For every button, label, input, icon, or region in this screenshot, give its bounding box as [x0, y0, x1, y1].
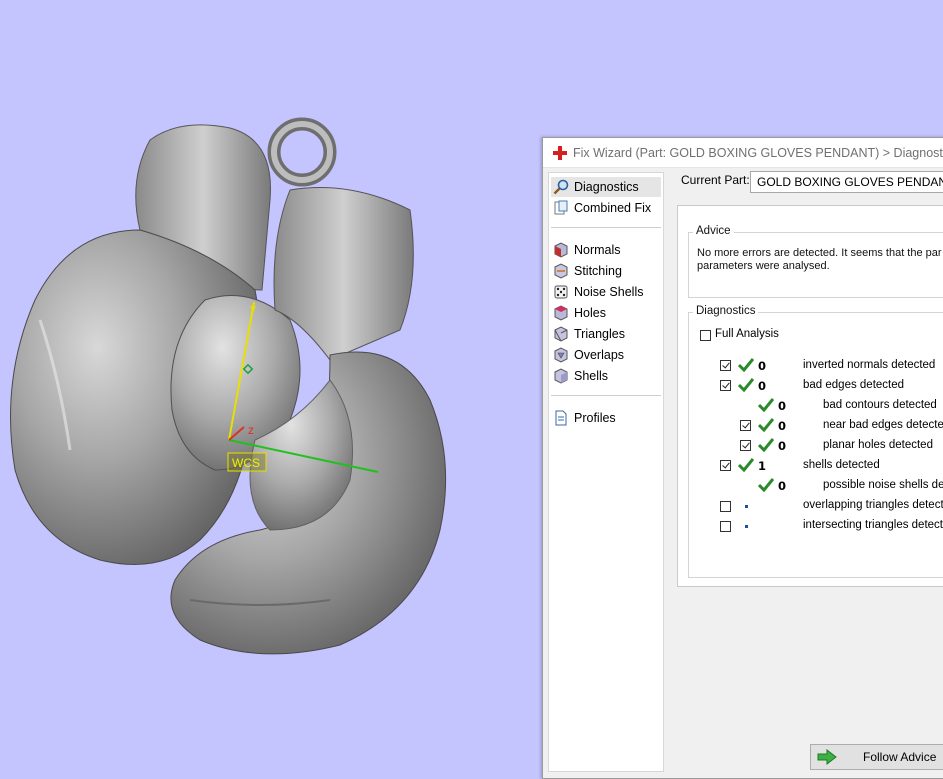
follow-advice-label: Follow Advice — [863, 750, 937, 764]
diagnostics-title: Diagnostics — [693, 305, 759, 317]
shells-label: shells detected — [803, 459, 880, 471]
pending-dot-icon — [745, 525, 748, 528]
shells-cube-icon — [553, 368, 569, 384]
inverted-normals-count: 0 — [758, 359, 767, 373]
overlapping-triangles-label: overlapping triangles detecte — [803, 499, 943, 511]
planar-holes-count: 0 — [778, 439, 787, 453]
green-check-icon — [758, 478, 774, 492]
green-check-icon — [758, 438, 774, 452]
planar-holes-label: planar holes detected — [823, 439, 933, 451]
nav-item-stitching[interactable]: Stitching — [553, 261, 622, 281]
advice-line-1: No more errors are detected. It seems th… — [697, 247, 942, 259]
nav-item-combined-fix[interactable]: Combined Fix — [553, 198, 651, 218]
follow-advice-button[interactable]: Follow Advice — [810, 744, 943, 770]
advice-line-2: parameters were analysed. — [697, 260, 830, 272]
nav-label: Stitching — [574, 264, 622, 278]
overlaps-cube-icon — [553, 347, 569, 363]
nav-label: Holes — [574, 306, 606, 320]
full-analysis-label: Full Analysis — [715, 328, 779, 340]
advice-group: Advice No more errors are detected. It s… — [688, 225, 943, 298]
wizard-title: Fix Wizard (Part: GOLD BOXING GLOVES PEN… — [573, 145, 943, 160]
bad-edges-label: bad edges detected — [803, 379, 905, 391]
wcs-label: WCS — [232, 456, 260, 470]
inverted-normals-checkbox[interactable] — [720, 360, 731, 371]
nav-separator — [551, 227, 661, 228]
nav-separator — [551, 395, 661, 396]
bad-contours-count: 0 — [778, 399, 787, 413]
combined-fix-icon — [553, 200, 569, 216]
diagnostics-group: Diagnostics Full Analysis 0 inverted nor… — [688, 305, 943, 578]
nav-item-shells[interactable]: Shells — [553, 366, 608, 386]
green-check-icon — [738, 358, 754, 372]
nav-label: Combined Fix — [574, 201, 652, 215]
noise-shells-dice-icon — [553, 284, 569, 300]
current-part-field[interactable]: GOLD BOXING GLOVES PENDANT — [750, 171, 943, 193]
nav-item-triangles[interactable]: Triangles — [553, 324, 625, 344]
wizard-titlebar[interactable]: Fix Wizard (Part: GOLD BOXING GLOVES PEN… — [543, 138, 943, 168]
green-check-icon — [738, 458, 754, 472]
noise-shells-count: 0 — [778, 479, 787, 493]
planar-holes-checkbox[interactable] — [740, 440, 751, 451]
wizard-nav: Diagnostics Combined Fix Normals Stitchi… — [548, 172, 664, 772]
near-bad-edges-label: near bad edges detected — [823, 419, 943, 431]
nav-item-diagnostics[interactable]: Diagnostics — [551, 177, 661, 197]
nav-label: Triangles — [574, 327, 625, 341]
advice-title: Advice — [693, 225, 734, 237]
shells-checkbox[interactable] — [720, 460, 731, 471]
inverted-normals-label: inverted normals detected — [803, 359, 936, 371]
diagnostics-panel: Advice No more errors are detected. It s… — [677, 205, 943, 587]
nav-label: Overlaps — [574, 348, 625, 362]
fix-wizard-window: Fix Wizard (Part: GOLD BOXING GLOVES PEN… — [542, 137, 943, 779]
intersecting-triangles-label: intersecting triangles detecte — [803, 519, 943, 531]
near-bad-edges-checkbox[interactable] — [740, 420, 751, 431]
shells-count: 1 — [758, 459, 767, 473]
magnifier-icon — [553, 179, 569, 195]
current-part-label: Current Part: — [681, 173, 750, 187]
triangles-cube-icon — [553, 326, 569, 342]
green-check-icon — [738, 378, 754, 392]
bad-edges-count: 0 — [758, 379, 767, 393]
nav-label: Profiles — [574, 411, 616, 425]
bad-contours-label: bad contours detected — [823, 399, 937, 411]
bad-edges-checkbox[interactable] — [720, 380, 731, 391]
nav-item-normals[interactable]: Normals — [553, 240, 621, 260]
pending-dot-icon — [745, 505, 748, 508]
overlapping-triangles-checkbox[interactable] — [720, 501, 731, 512]
profiles-document-icon — [553, 410, 569, 426]
green-arrow-icon — [817, 749, 837, 765]
intersecting-triangles-checkbox[interactable] — [720, 521, 731, 532]
noise-shells-label: possible noise shells detec — [823, 479, 943, 491]
nav-label: Diagnostics — [574, 180, 639, 194]
nav-item-overlaps[interactable]: Overlaps — [553, 345, 624, 365]
z-axis-label: z — [248, 423, 254, 437]
nav-item-profiles[interactable]: Profiles — [553, 408, 616, 428]
nav-item-noise-shells[interactable]: Noise Shells — [553, 282, 643, 302]
green-check-icon — [758, 398, 774, 412]
green-check-icon — [758, 418, 774, 432]
nav-label: Shells — [574, 369, 609, 383]
stitching-cube-icon — [553, 263, 569, 279]
normals-cube-icon — [553, 242, 569, 258]
nav-label: Noise Shells — [574, 285, 644, 299]
nav-item-holes[interactable]: Holes — [553, 303, 606, 323]
advice-text: No more errors are detected. It seems th… — [697, 247, 943, 273]
holes-cube-icon — [553, 305, 569, 321]
full-analysis-checkbox[interactable] — [700, 330, 711, 341]
y-axis-label: y — [250, 301, 256, 315]
fix-wizard-logo-icon — [553, 145, 567, 160]
near-bad-edges-count: 0 — [778, 419, 787, 433]
nav-label: Normals — [574, 243, 621, 257]
